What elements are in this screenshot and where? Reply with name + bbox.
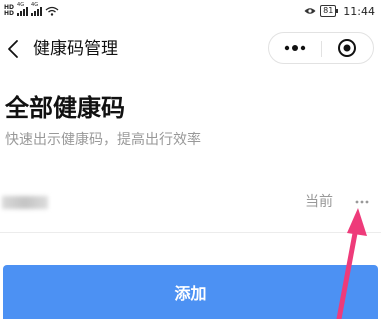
capsule-divider (321, 41, 322, 57)
hd-icon: HD HD (4, 4, 15, 17)
row-divider (0, 232, 381, 233)
wifi-icon (45, 6, 59, 16)
battery-icon: 81 (320, 5, 339, 17)
status-left: HD HD 4G 4G (4, 0, 59, 22)
network-label: 4G (17, 2, 25, 8)
signal-icon: 4G (17, 2, 29, 16)
nav-bar: 健康码管理 (0, 28, 381, 70)
status-right: 81 11:44 (304, 0, 375, 22)
status-bar: HD HD 4G 4G 81 11:44 (0, 0, 381, 22)
health-code-row[interactable]: 当前 (0, 180, 381, 226)
clock: 11:44 (343, 4, 375, 18)
nav-title: 健康码管理 (33, 39, 118, 59)
back-icon[interactable] (4, 37, 24, 61)
blurred-name (2, 196, 48, 209)
signal-icon-2: 4G (31, 2, 43, 16)
add-button-label: 添加 (174, 286, 207, 303)
row-more-icon[interactable] (352, 192, 372, 212)
more-icon[interactable] (283, 40, 307, 56)
eye-comfort-icon (304, 8, 316, 14)
capsule-menu (268, 32, 374, 64)
page-title: 全部健康码 (5, 94, 125, 122)
battery-level: 81 (323, 6, 334, 15)
network-label-2: 4G (31, 2, 39, 8)
add-button[interactable]: 添加 (3, 265, 378, 319)
page-subtitle: 快速出示健康码，提高出行效率 (5, 132, 201, 148)
current-status-label: 当前 (305, 194, 333, 210)
close-target-icon[interactable] (337, 38, 357, 58)
